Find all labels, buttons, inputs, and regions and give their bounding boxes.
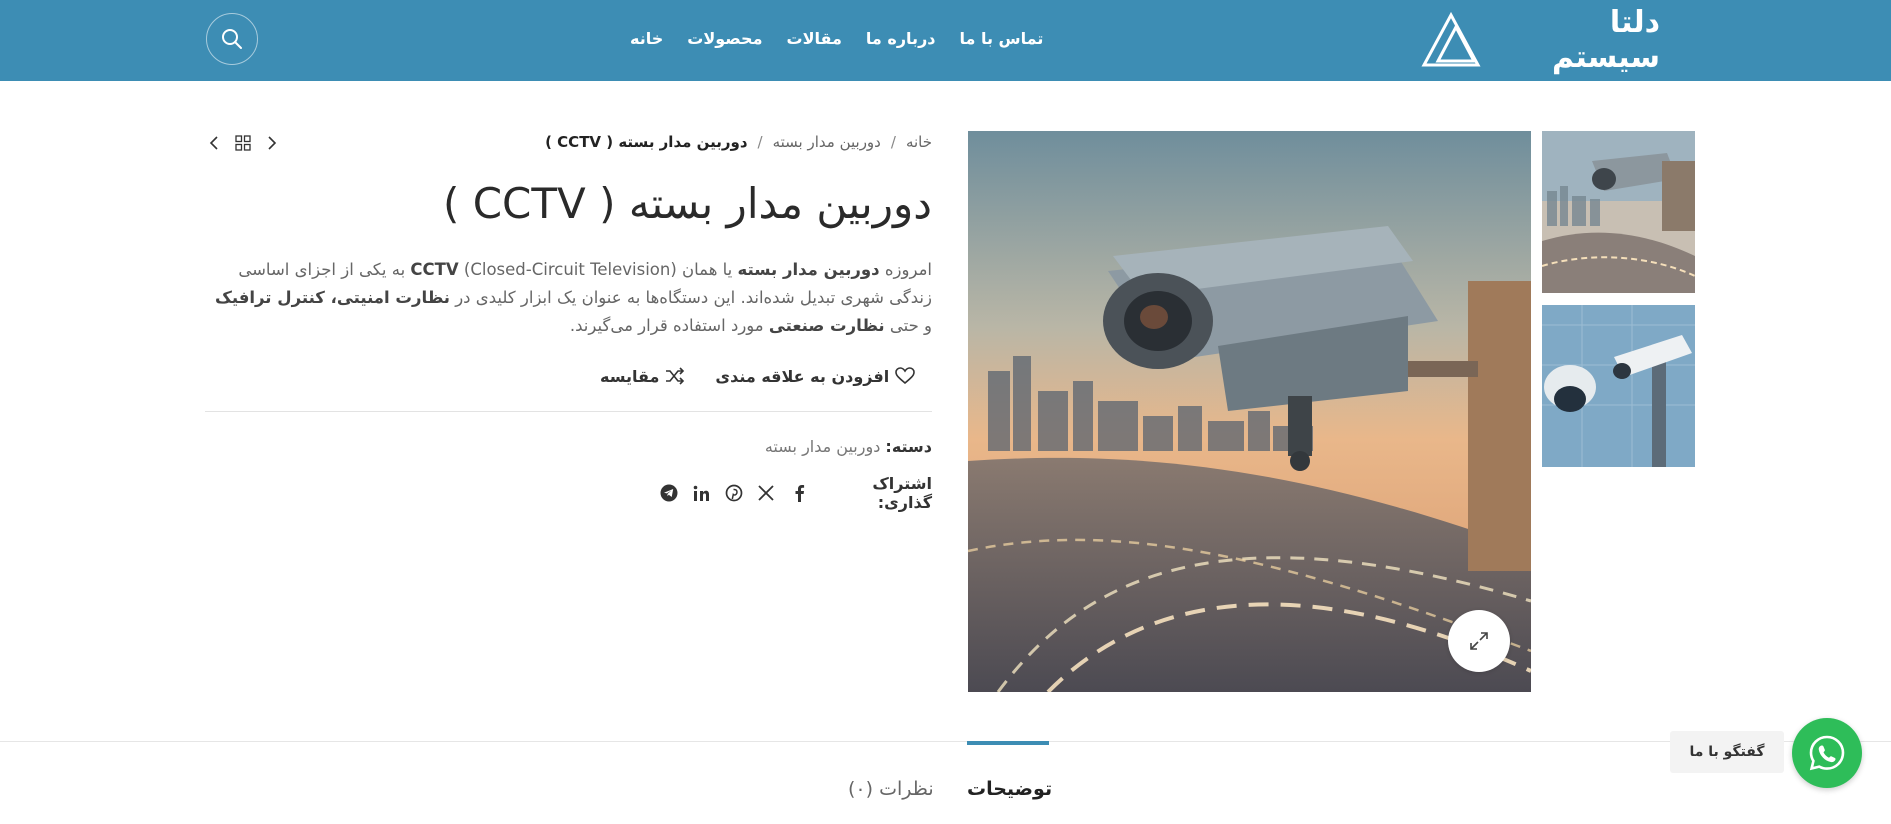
- nav-item-about[interactable]: درباره ما: [866, 24, 936, 54]
- divider: [205, 411, 932, 412]
- category-link[interactable]: دوربین مدار بسته: [765, 437, 880, 456]
- breadcrumb-separator: /: [890, 133, 896, 151]
- chevron-right-icon: [268, 136, 277, 150]
- pinterest-icon[interactable]: [725, 483, 743, 503]
- heart-icon: [895, 367, 915, 385]
- share-label: اشتراک گذاری:: [872, 474, 932, 512]
- grid-icon: [235, 135, 251, 151]
- product-title: دوربین مدار بسته ( CCTV ): [442, 179, 932, 228]
- tabs-divider: [0, 741, 1891, 742]
- x-icon[interactable]: [757, 483, 775, 503]
- category-label: دسته:: [885, 437, 932, 456]
- expand-icon: [1470, 632, 1488, 650]
- desc-text: مورد استفاده قرار می‌گیرند.: [569, 316, 769, 335]
- chevron-left-icon: [209, 136, 218, 150]
- next-product-button[interactable]: [266, 135, 278, 151]
- back-to-shop-button[interactable]: [235, 135, 251, 151]
- product-actions: مقایسه افزودن به علاقه مندی: [600, 362, 932, 390]
- product-short-description: امروزه دوربین مدار بسته یا همان CCTV (Cl…: [205, 256, 932, 340]
- desc-text: و حتی: [884, 316, 932, 335]
- wishlist-label: افزودن به علاقه مندی: [715, 366, 890, 386]
- search-icon: [222, 29, 242, 49]
- desc-bold: CCTV: [410, 260, 459, 279]
- compare-label: مقایسه: [600, 366, 660, 386]
- desc-bold: دوربین مدار بسته: [737, 260, 880, 279]
- breadcrumb-category[interactable]: دوربین مدار بسته: [773, 133, 881, 151]
- desc-bold: نظارت امنیتی، کنترل ترافیک: [214, 288, 450, 307]
- breadcrumb-separator: /: [757, 133, 763, 151]
- compare-button[interactable]: مقایسه: [600, 367, 685, 386]
- desc-bold: نظارت صنعتی: [768, 316, 885, 335]
- tab-description[interactable]: توضیحات: [967, 778, 1052, 800]
- nav-item-products[interactable]: محصولات: [687, 24, 762, 54]
- desc-text: امروزه: [879, 260, 932, 279]
- whatsapp-chat-button[interactable]: [1792, 718, 1862, 788]
- brand-name: دلتا سیستم: [1551, 5, 1660, 75]
- search-button[interactable]: [206, 13, 258, 65]
- triangle-logo-icon: [1420, 11, 1482, 69]
- desc-text: یا همان: [676, 260, 738, 279]
- breadcrumb: خانه / دوربین مدار بسته / دوربین مدار بس…: [420, 130, 932, 154]
- tab-reviews[interactable]: نظرات (۰): [848, 778, 934, 800]
- zoom-button[interactable]: [1448, 610, 1510, 672]
- product-thumbnail[interactable]: [1542, 305, 1695, 467]
- nav-item-articles[interactable]: مقالات: [786, 24, 841, 54]
- product-navigation: [208, 132, 278, 154]
- share-section: اشتراک گذاری:: [660, 474, 932, 512]
- whatsapp-icon: [1809, 735, 1845, 771]
- nav-item-home[interactable]: خانه: [630, 24, 663, 54]
- product-category: دسته: دوربین مدار بسته: [600, 437, 932, 456]
- chat-label[interactable]: گفتگو با ما: [1670, 731, 1784, 773]
- prev-product-button[interactable]: [208, 135, 220, 151]
- site-header: دلتا سیستم خانه محصولات مقالات درباره ما…: [0, 0, 1891, 81]
- telegram-icon[interactable]: [660, 483, 678, 503]
- active-tab-indicator: [967, 741, 1049, 745]
- main-nav: خانه محصولات مقالات درباره ما تماس با ما: [630, 24, 1043, 54]
- linkedin-icon[interactable]: [692, 483, 710, 503]
- shuffle-icon: [666, 367, 685, 385]
- breadcrumb-current: دوربین مدار بسته ( CCTV ): [545, 133, 748, 151]
- breadcrumb-home[interactable]: خانه: [906, 133, 932, 151]
- wishlist-button[interactable]: افزودن به علاقه مندی: [715, 367, 915, 386]
- facebook-icon[interactable]: [790, 483, 808, 503]
- product-main-image[interactable]: [968, 131, 1531, 692]
- nav-item-contact[interactable]: تماس با ما: [959, 24, 1043, 54]
- product-thumbnail[interactable]: [1542, 131, 1695, 293]
- site-logo[interactable]: دلتا سیستم: [1420, 5, 1660, 75]
